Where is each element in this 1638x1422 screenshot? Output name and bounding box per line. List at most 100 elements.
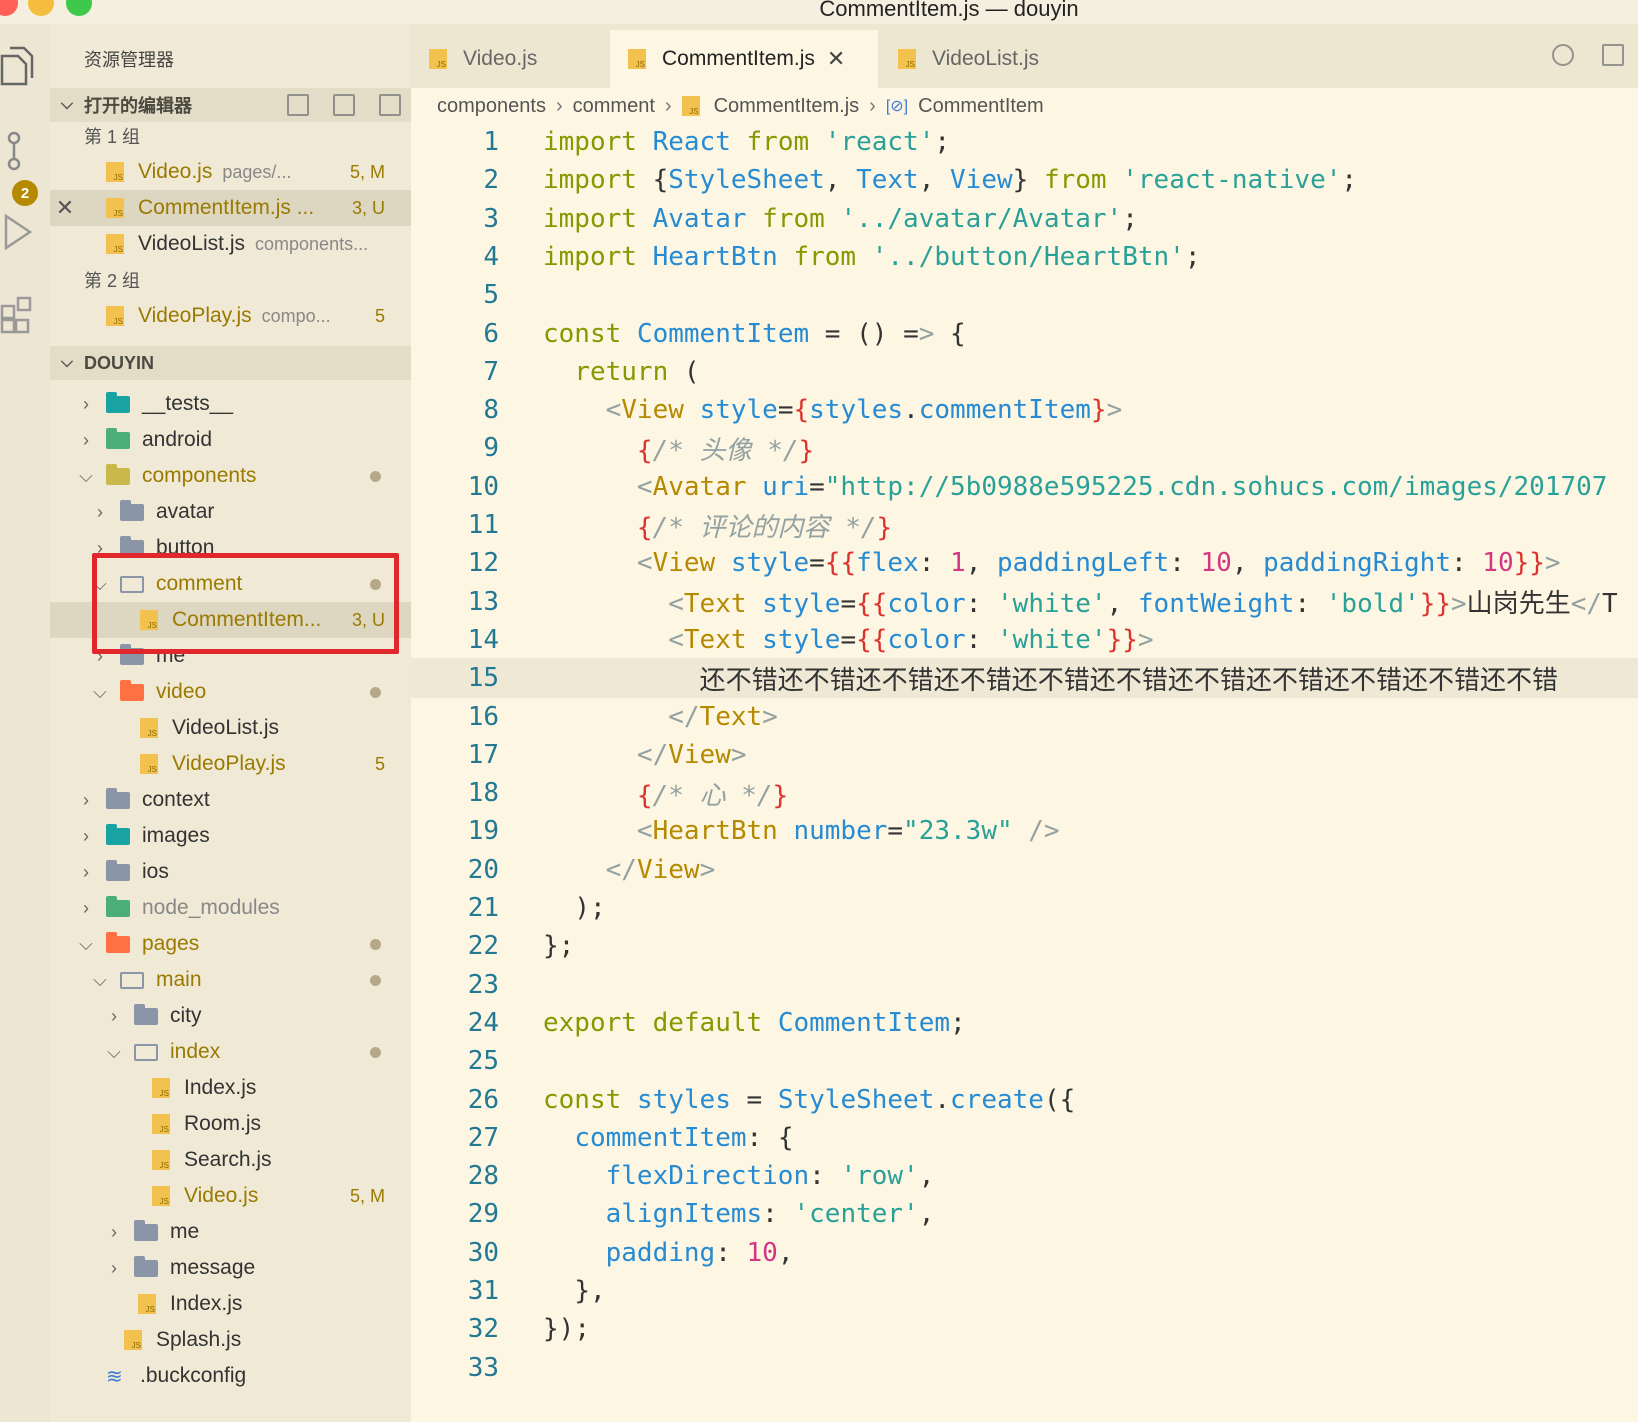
code-text: </Text>: [668, 701, 778, 732]
tree-item[interactable]: › node_modules: [50, 890, 411, 926]
open-editor-item[interactable]: Video.js pages/... 5, M: [50, 154, 411, 190]
code-line[interactable]: 11 {/* 评论的内容 */}: [411, 505, 1638, 545]
code-line[interactable]: 33: [411, 1348, 1638, 1388]
code-line[interactable]: 10 <Avatar uri="http://5b0988e595225.cdn…: [411, 467, 1638, 507]
line-number: 30: [467, 1237, 499, 1268]
code-line[interactable]: 3 import Avatar from '../avatar/Avatar';: [411, 199, 1638, 239]
tree-item[interactable]: › avatar: [50, 494, 411, 530]
tree-item[interactable]: ⌵ main: [50, 962, 411, 998]
open-editor-item[interactable]: VideoList.js components...: [50, 226, 411, 262]
open-editors-header[interactable]: ⌵ 打开的编辑器: [50, 88, 411, 122]
tree-item[interactable]: Room.js: [50, 1106, 411, 1142]
breadcrumb-item[interactable]: CommentItem: [918, 95, 1044, 118]
tree-item[interactable]: › city: [50, 998, 411, 1034]
tree-item[interactable]: ≋ .buckconfig: [50, 1358, 411, 1394]
status-badge: 3, U: [351, 197, 385, 218]
code-line[interactable]: 20 </View>: [411, 850, 1638, 890]
tab-commentitem-js[interactable]: CommentItem.js ✕: [610, 30, 878, 88]
code-line[interactable]: 5: [411, 275, 1638, 315]
code-line[interactable]: 6 const CommentItem = () => {: [411, 314, 1638, 354]
tree-item[interactable]: Video.js 5, M: [50, 1178, 411, 1214]
code-line[interactable]: 30 padding: 10,: [411, 1233, 1638, 1273]
run-debug-icon[interactable]: [0, 210, 40, 256]
line-number: 28: [467, 1161, 499, 1192]
open-editor-item[interactable]: VideoPlay.js compo... 5: [50, 298, 411, 334]
title-bar: CommentItem.js — douyin: [0, 0, 1638, 24]
close-all-icon[interactable]: [379, 94, 401, 116]
compare-changes-icon[interactable]: [1552, 44, 1574, 66]
close-icon[interactable]: ✕: [827, 46, 845, 72]
tree-item[interactable]: ⌵ components: [50, 458, 411, 494]
folder-icon: [106, 859, 130, 881]
code-line[interactable]: 7 return (: [411, 352, 1638, 392]
code-line[interactable]: 1 import React from 'react';: [411, 122, 1638, 162]
code-line[interactable]: 19 <HeartBtn number="23.3w" />: [411, 811, 1638, 851]
code-line[interactable]: 17 </View>: [411, 735, 1638, 775]
explorer-icon[interactable]: [0, 42, 40, 88]
code-editor[interactable]: 1 import React from 'react'; 2 import {Styl…: [411, 122, 1638, 1422]
tree-item[interactable]: › ios: [50, 854, 411, 890]
code-line[interactable]: 4 import HeartBtn from '../button/HeartBt…: [411, 237, 1638, 277]
tree-item[interactable]: Index.js: [50, 1286, 411, 1322]
folder-icon: [134, 1219, 158, 1241]
highlight-annotation: [92, 553, 399, 654]
breadcrumb-item[interactable]: components: [437, 95, 546, 118]
code-line[interactable]: 22};: [411, 926, 1638, 966]
extensions-icon[interactable]: [0, 292, 40, 338]
group-label: 第 1 组: [84, 127, 141, 147]
open-editors-label: 打开的编辑器: [84, 96, 192, 116]
tree-item[interactable]: › android: [50, 422, 411, 458]
tree-item[interactable]: › images: [50, 818, 411, 854]
split-editor-icon[interactable]: [1602, 44, 1624, 66]
tree-item[interactable]: Index.js: [50, 1070, 411, 1106]
code-line[interactable]: 27 commentItem: {: [411, 1118, 1638, 1158]
new-untitled-file-icon[interactable]: [287, 94, 309, 116]
code-line[interactable]: 21 );: [411, 888, 1638, 928]
workspace-header[interactable]: ⌵ DOUYIN: [50, 346, 411, 380]
breadcrumb-item[interactable]: CommentItem.js: [714, 95, 860, 118]
code-line[interactable]: 18 {/* 心 */}: [411, 773, 1638, 813]
code-line[interactable]: 32});: [411, 1309, 1638, 1349]
tree-item[interactable]: ⌵ pages: [50, 926, 411, 962]
code-line[interactable]: 8 <View style={styles.commentItem}>: [411, 390, 1638, 430]
line-number: 6: [483, 318, 499, 349]
tree-item[interactable]: › me: [50, 1214, 411, 1250]
code-line[interactable]: 9 {/* 头像 */}: [411, 428, 1638, 468]
tree-item[interactable]: VideoPlay.js 5: [50, 746, 411, 782]
tab-video-js[interactable]: Video.js: [411, 30, 609, 88]
breadcrumb-item[interactable]: comment: [573, 95, 655, 118]
tree-item[interactable]: ⌵ video: [50, 674, 411, 710]
chevron-right-icon: ›: [97, 501, 103, 522]
folder-open-icon: [106, 931, 130, 953]
code-line[interactable]: 12 <View style={{flex: 1, paddingLeft: 1…: [411, 543, 1638, 583]
tree-item[interactable]: › message: [50, 1250, 411, 1286]
code-line[interactable]: 2 import {StyleSheet, Text, View} from 'r…: [411, 160, 1638, 200]
code-line[interactable]: 15 还不错还不错还不错还不错还不错还不错还不错还不错还不错还不错还不错: [411, 658, 1638, 699]
close-icon[interactable]: ✕: [50, 195, 80, 221]
code-line[interactable]: 28 flexDirection: 'row',: [411, 1156, 1638, 1196]
code-line[interactable]: 31 },: [411, 1271, 1638, 1311]
open-editor-item[interactable]: ✕ CommentItem.js ... 3, U: [50, 190, 411, 226]
save-all-icon[interactable]: [333, 94, 355, 116]
tree-item[interactable]: › context: [50, 782, 411, 818]
code-line[interactable]: 14 <Text style={{color: 'white'}}>: [411, 620, 1638, 660]
code-line[interactable]: 13 <Text style={{color: 'white', fontWei…: [411, 582, 1638, 622]
tree-item[interactable]: › __tests__: [50, 386, 411, 422]
tree-item[interactable]: ⌵ index: [50, 1034, 411, 1070]
code-line[interactable]: 29 alignItems: 'center',: [411, 1194, 1638, 1234]
tree-item[interactable]: Search.js: [50, 1142, 411, 1178]
tree-item[interactable]: Splash.js: [50, 1322, 411, 1358]
code-text: </View>: [605, 854, 716, 885]
tree-item[interactable]: VideoList.js: [50, 710, 411, 746]
code-line[interactable]: 24 export default CommentItem;: [411, 1003, 1638, 1043]
source-control-icon[interactable]: [0, 128, 40, 174]
code-line[interactable]: 23: [411, 965, 1638, 1005]
tab-videolist-js[interactable]: VideoList.js: [880, 30, 1112, 88]
code-line[interactable]: 16 </Text>: [411, 697, 1638, 737]
code-line[interactable]: 25: [411, 1041, 1638, 1081]
status-badge: 5: [374, 753, 385, 774]
folder-icon: [134, 1255, 158, 1277]
code-line[interactable]: 26 const styles = StyleSheet.create({: [411, 1080, 1638, 1120]
line-number: 23: [467, 969, 499, 1000]
code-text: },: [574, 1276, 606, 1306]
